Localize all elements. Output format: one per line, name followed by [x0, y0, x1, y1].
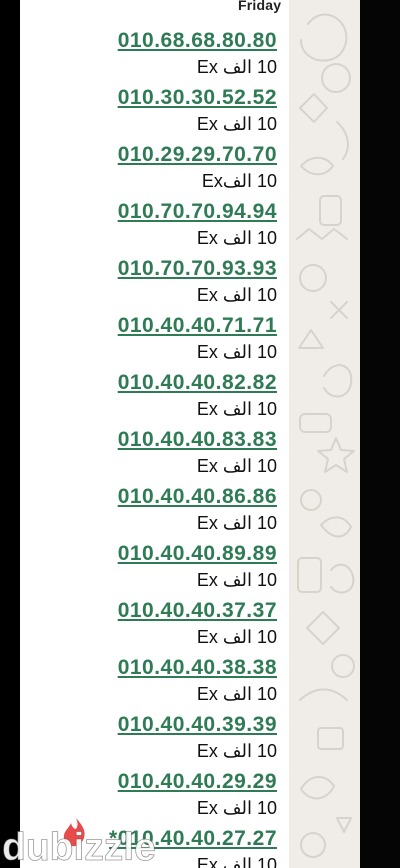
- message-row: 010.40.40.29.29 10 الف Ex: [20, 752, 289, 818]
- phone-number-link[interactable]: 010.70.70.93.93: [118, 257, 277, 281]
- right-dark-edge: [360, 0, 400, 868]
- phone-number-link[interactable]: 010.40.40.83.83: [118, 428, 277, 452]
- left-dark-edge: [0, 0, 20, 868]
- message-row: 010.68.68.80.80 10 الف Ex: [20, 11, 289, 77]
- phone-number-link[interactable]: 010.40.40.39.39: [118, 713, 277, 737]
- message-row: 010.30.30.52.52 10 الف Ex: [20, 68, 289, 134]
- phone-number-link[interactable]: 010.40.40.86.86: [118, 485, 277, 509]
- phone-number-link[interactable]: 010.40.40.37.37: [118, 599, 277, 623]
- message-row: 010.40.40.38.38 10 الف Ex: [20, 638, 289, 704]
- message-row: 010.70.70.93.93 10 الف Ex: [20, 239, 289, 305]
- phone-number-link[interactable]: 010.70.70.94.94: [118, 200, 277, 224]
- message-row: 010.70.70.94.94 10 الف Ex: [20, 182, 289, 248]
- wallpaper-doodles: [289, 0, 360, 868]
- message-row: 010.40.40.82.82 10 الف Ex: [20, 353, 289, 419]
- message-row: *010.40.40.27.27 10 الف Ex: [20, 809, 289, 868]
- message-row: 010.40.40.86.86 10 الف Ex: [20, 467, 289, 533]
- phone-number-link[interactable]: 010.30.30.52.52: [118, 86, 277, 110]
- phone-number-link[interactable]: 010.40.40.89.89: [118, 542, 277, 566]
- phone-number-link[interactable]: 010.40.40.71.71: [118, 314, 277, 338]
- chat-message-panel: Friday 010.68.68.80.80 10 الف Ex 010.30.30…: [20, 0, 289, 868]
- message-row: 010.40.40.39.39 10 الف Ex: [20, 695, 289, 761]
- message-row: 010.29.29.70.70 10 الفEx: [20, 125, 289, 191]
- phone-number-link[interactable]: 010.40.40.29.29: [118, 770, 277, 794]
- phone-number-link[interactable]: 010.40.40.38.38: [118, 656, 277, 680]
- message-row: 010.40.40.71.71 10 الف Ex: [20, 296, 289, 362]
- phone-number-link[interactable]: 010.68.68.80.80: [118, 29, 277, 53]
- message-row: 010.40.40.83.83 10 الف Ex: [20, 410, 289, 476]
- phone-number-link[interactable]: 010.29.29.70.70: [118, 143, 277, 167]
- chat-wallpaper-strip: [289, 0, 360, 868]
- message-row: 010.40.40.37.37 10 الف Ex: [20, 581, 289, 647]
- message-row: 010.40.40.89.89 10 الف Ex: [20, 524, 289, 590]
- screenshot-frame: Friday 010.68.68.80.80 10 الف Ex 010.30.30…: [0, 0, 400, 868]
- wallpaper-background: [289, 0, 360, 868]
- phone-number-link[interactable]: 010.40.40.82.82: [118, 371, 277, 395]
- price-label: 10 الف Ex: [196, 855, 277, 868]
- phone-number-link[interactable]: *010.40.40.27.27: [109, 827, 277, 851]
